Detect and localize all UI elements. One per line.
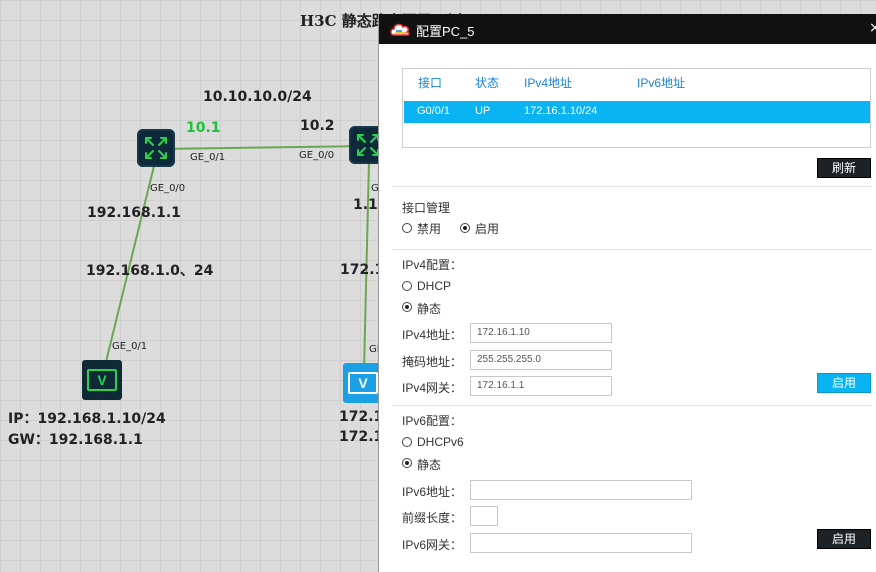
ipv6-addr-input[interactable] <box>470 480 692 500</box>
ipv4-gw-label: IPv4网关： <box>402 381 463 395</box>
enable-radio[interactable] <box>460 223 470 233</box>
r2-ip-label: 10.2 <box>300 118 335 134</box>
cell-ipv4: 172.16.1.10/24 <box>524 105 598 117</box>
config-dialog: 配置PC_5 × 接口 状态 IPv4地址 IPv6地址 G0/0/1 UP 1… <box>378 14 876 572</box>
refresh-button[interactable]: 刷新 <box>817 158 871 178</box>
table-header-ipv6: IPv6地址 <box>637 76 686 90</box>
dialog-header: 配置PC_5 × <box>379 14 876 44</box>
prefix-input[interactable] <box>470 506 498 526</box>
enable-label: 启用 <box>475 222 500 236</box>
ipv4-apply-button[interactable]: 启用 <box>817 373 871 393</box>
mask-input[interactable]: 255.255.255.0 <box>470 350 612 370</box>
router-icon <box>145 137 167 159</box>
pc1-ip-label: IP：192.168.1.10/24 <box>8 411 166 427</box>
ipv6-gw-input[interactable] <box>470 533 692 553</box>
table-row[interactable]: G0/0/1 UP 172.16.1.10/24 <box>404 101 870 123</box>
monitor-icon: V <box>87 369 117 391</box>
router-r1[interactable] <box>137 129 175 167</box>
table-header-ipv4: IPv4地址 <box>524 76 573 90</box>
ipv6-static-radio[interactable] <box>402 458 412 468</box>
r1-lan-ip: 192.168.1.1 <box>87 205 181 221</box>
mask-label: 掩码地址： <box>402 355 463 369</box>
iface-mgmt-label: 接口管理 <box>402 201 451 215</box>
ipv4-static-radio[interactable] <box>402 302 412 312</box>
ipv4-gw-input[interactable]: 172.16.1.1 <box>470 376 612 396</box>
lan1-net-label: 192.168.1.0、24 <box>86 263 214 279</box>
cell-interface: G0/0/1 <box>417 105 451 117</box>
pc1-port: GE_0/1 <box>112 341 148 352</box>
pc1-gw-label: GW：192.168.1.1 <box>8 432 143 448</box>
pc-node-5[interactable]: V <box>343 363 383 403</box>
link-r1-r2 <box>156 145 371 150</box>
ipv4-dhcp-label: DHCP <box>417 279 452 293</box>
r2-lan-ip: 1.1 <box>353 197 378 213</box>
net-label-top: 10.10.10.0/24 <box>203 89 312 105</box>
ipv6-addr-label: IPv6地址： <box>402 485 463 499</box>
ipv4-addr-input[interactable]: 172.16.1.10 <box>470 323 612 343</box>
close-icon[interactable]: × <box>869 20 876 36</box>
ipv6-section-label: IPv6配置： <box>402 414 463 428</box>
ipv4-addr-label: IPv4地址： <box>402 328 463 342</box>
monitor-icon: V <box>348 372 378 394</box>
ipv4-section-label: IPv4配置： <box>402 258 463 272</box>
divider <box>392 186 872 187</box>
interface-table: 接口 状态 IPv4地址 IPv6地址 G0/0/1 UP 172.16.1.1… <box>402 68 871 148</box>
ipv6-apply-button[interactable]: 启用 <box>817 529 871 549</box>
ipv6-dhcp-label: DHCPv6 <box>417 435 464 449</box>
cell-status: UP <box>475 105 491 117</box>
ipv4-dhcp-radio[interactable] <box>402 281 412 291</box>
prefix-label: 前缀长度： <box>402 511 463 525</box>
r1-ip-label: 10.1 <box>186 120 221 136</box>
dialog-title: 配置PC_5 <box>416 24 475 39</box>
r2-port-left: GE_0/0 <box>299 150 335 161</box>
ipv6-dhcp-radio[interactable] <box>402 437 412 447</box>
table-header-status: 状态 <box>475 76 500 90</box>
r1-port-right: GE_0/1 <box>190 152 226 163</box>
divider <box>392 405 872 406</box>
cloud-icon <box>390 23 410 36</box>
disable-label: 禁用 <box>417 222 442 236</box>
disable-radio[interactable] <box>402 223 412 233</box>
r1-port-down: GE_0/0 <box>150 183 186 194</box>
divider <box>392 249 872 250</box>
ipv4-static-label: 静态 <box>417 302 442 316</box>
pc-node-1[interactable]: V <box>82 360 122 400</box>
ipv6-static-label: 静态 <box>417 458 442 472</box>
table-header-interface: 接口 <box>418 76 443 90</box>
ipv6-gw-label: IPv6网关： <box>402 538 463 552</box>
